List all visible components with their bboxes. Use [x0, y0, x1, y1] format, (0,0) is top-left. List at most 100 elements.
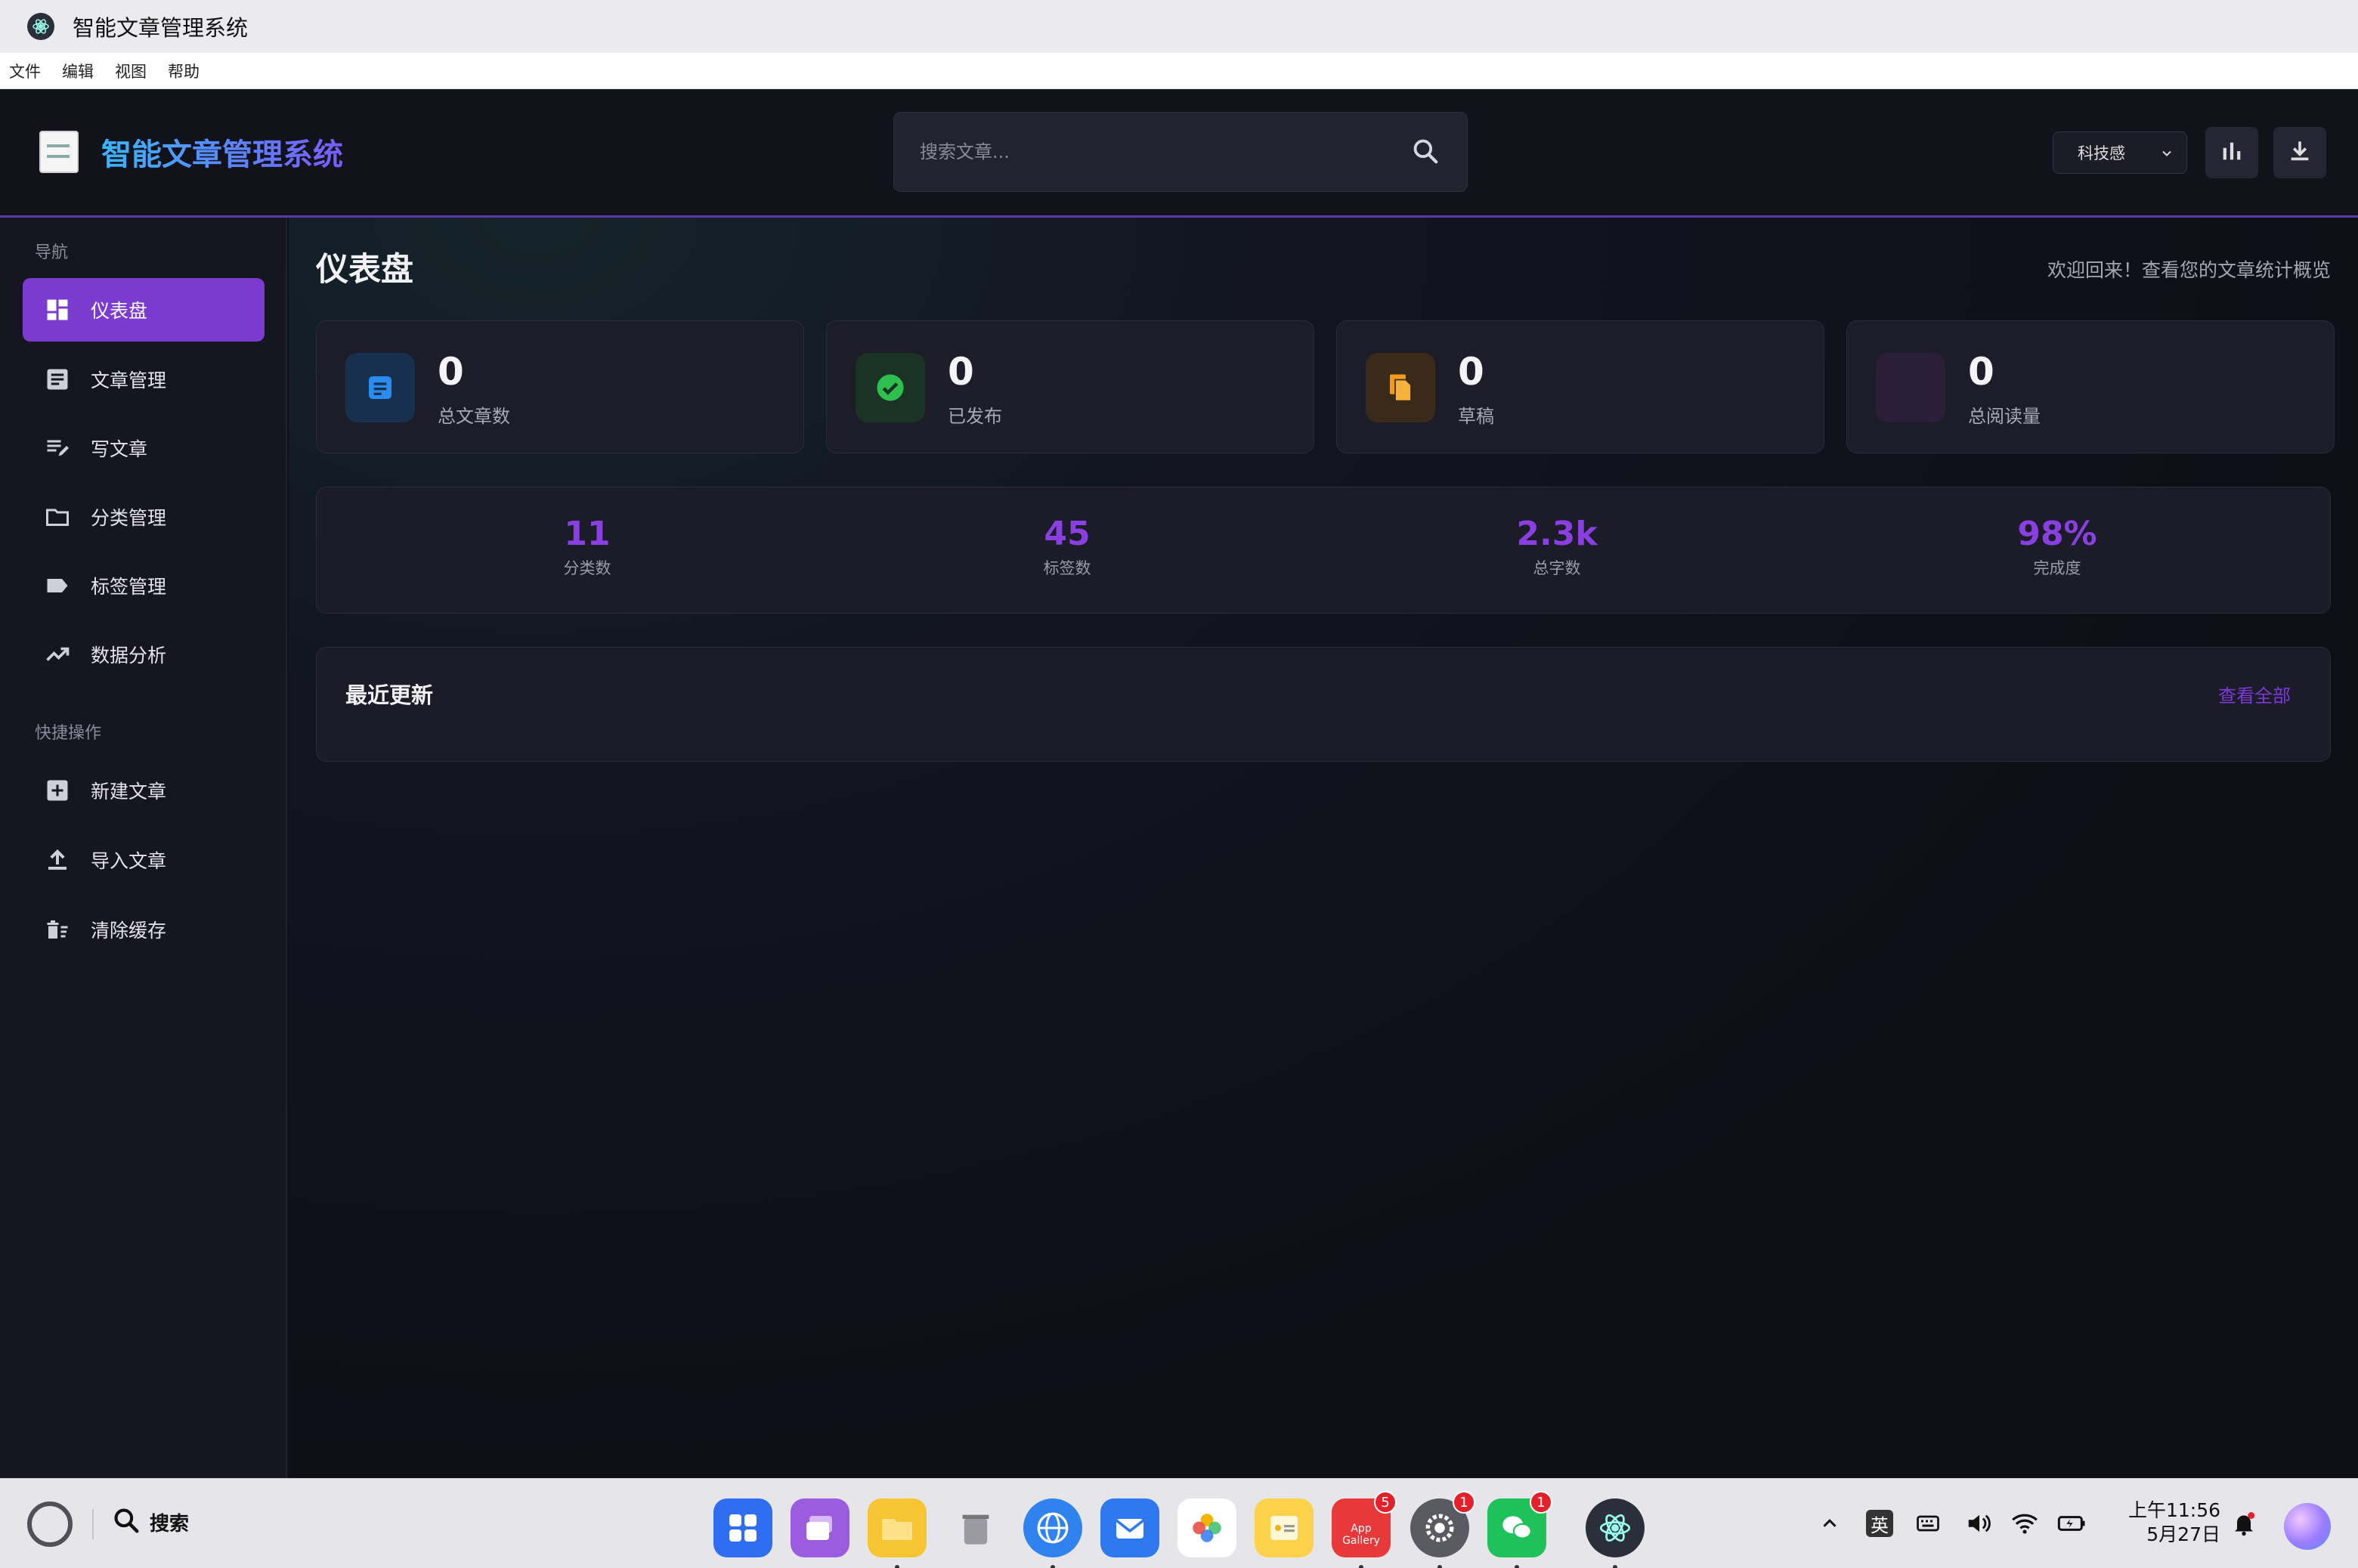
- stat-card-drafts: 0 草稿: [1336, 320, 1824, 453]
- summary-panel: 11 分类数 45 标签数 2.3k 总字数 98% 完成度: [316, 487, 2331, 614]
- sidebar-item-clear-cache[interactable]: 清除缓存: [23, 898, 265, 961]
- sidebar-item-articles[interactable]: 文章管理: [23, 348, 265, 411]
- search-icon[interactable]: [1411, 137, 1440, 169]
- sidebar-item-label: 写文章: [91, 438, 148, 460]
- files-icon[interactable]: [868, 1498, 927, 1568]
- recent-updates-panel: 最近更新 查看全部: [316, 647, 2331, 762]
- settings-icon[interactable]: 1: [1410, 1491, 1475, 1568]
- sidebar-item-dashboard[interactable]: 仪表盘: [23, 278, 265, 342]
- taskbar-divider: [92, 1509, 94, 1539]
- sidebar-item-write[interactable]: 写文章: [23, 416, 265, 480]
- taskbar-search[interactable]: 搜索: [112, 1506, 189, 1538]
- summary-value: 98%: [2017, 515, 2097, 553]
- drafts-icon: [1366, 353, 1435, 422]
- sidebar: 导航 仪表盘 文章管理 写文章 分类管理 标签管理 数据分析 快捷操作 新建文章…: [0, 218, 287, 1478]
- app-gallery-label: App Gallery: [1342, 1523, 1380, 1547]
- sidebar-item-label: 导入文章: [91, 850, 167, 872]
- wifi-icon[interactable]: [2007, 1506, 2042, 1541]
- stat-card-published: 0 已发布: [826, 320, 1314, 453]
- clock[interactable]: 上午11:56 5月27日: [2122, 1498, 2220, 1547]
- battery-icon[interactable]: [2054, 1506, 2089, 1541]
- add-box-icon: [42, 775, 73, 806]
- theme-select[interactable]: 科技感: [2053, 131, 2187, 174]
- search-icon: [112, 1506, 141, 1538]
- main-content: 仪表盘 欢迎回来！查看您的文章统计概览 0 总文章数 0 已发布 0 草稿 0 …: [289, 218, 2358, 1478]
- download-button[interactable]: [2273, 127, 2326, 178]
- menu-file[interactable]: 文件: [9, 60, 41, 82]
- volume-icon[interactable]: [1962, 1506, 1997, 1541]
- stat-label: 草稿: [1458, 406, 1494, 427]
- stat-label: 总阅读量: [1968, 406, 2041, 427]
- notification-badge: 5: [1374, 1491, 1397, 1514]
- stat-value: 0: [438, 350, 464, 394]
- window-titlebar: 智能文章管理系统: [0, 0, 2358, 53]
- keyboard-icon[interactable]: [1911, 1506, 1945, 1541]
- summary-value: 11: [564, 515, 611, 553]
- menu-edit[interactable]: 编辑: [62, 60, 94, 82]
- electron-app-icon[interactable]: [1586, 1498, 1645, 1568]
- photos-icon[interactable]: [1177, 1498, 1236, 1557]
- trending-up-icon: [42, 639, 73, 670]
- summary-completion: 98% 完成度: [1944, 515, 2171, 579]
- welcome-text: 欢迎回来！查看您的文章统计概览: [2047, 259, 2331, 281]
- app-header: 智能文章管理系统 科技感: [0, 89, 2358, 218]
- notes-icon[interactable]: [1255, 1498, 1314, 1557]
- summary-label: 分类数: [563, 559, 611, 577]
- sidebar-item-categories[interactable]: 分类管理: [23, 485, 265, 549]
- nav-section-title: 导航: [35, 243, 69, 262]
- start-button[interactable]: [27, 1502, 73, 1547]
- notification-bell-icon[interactable]: [2226, 1506, 2261, 1541]
- sidebar-item-tags[interactable]: 标签管理: [23, 554, 265, 617]
- window-title: 智能文章管理系统: [73, 15, 249, 41]
- bar-chart-icon: [2219, 138, 2245, 167]
- upload-icon: [42, 845, 73, 875]
- trash-icon[interactable]: [946, 1498, 1005, 1557]
- summary-label: 总字数: [1533, 559, 1581, 577]
- recent-updates-title: 最近更新: [345, 682, 434, 708]
- search-input[interactable]: [894, 113, 1467, 191]
- input-method-indicator[interactable]: 英: [1862, 1506, 1897, 1541]
- page-title: 仪表盘: [316, 251, 413, 289]
- download-icon: [2287, 138, 2313, 167]
- check-circle-icon: [856, 353, 925, 422]
- taskbar-search-label: 搜索: [150, 1512, 190, 1536]
- summary-categories: 11 分类数: [474, 515, 701, 579]
- notification-badge: 1: [1530, 1491, 1552, 1514]
- sidebar-item-import[interactable]: 导入文章: [23, 828, 265, 892]
- article-icon: [345, 353, 415, 422]
- sidebar-item-label: 新建文章: [91, 781, 167, 803]
- multitask-icon[interactable]: [791, 1498, 849, 1557]
- assistant-orb-icon[interactable]: [2284, 1503, 2331, 1550]
- mail-icon[interactable]: [1100, 1498, 1159, 1557]
- brand-title: 智能文章管理系统: [101, 130, 343, 174]
- delete-sweep-icon: [42, 914, 73, 945]
- menu-help[interactable]: 帮助: [168, 60, 200, 82]
- stat-card-total-reads: 0 总阅读量: [1846, 320, 2335, 453]
- stat-card-total-articles: 0 总文章数: [316, 320, 804, 453]
- sidebar-item-label: 清除缓存: [91, 920, 167, 942]
- view-all-link[interactable]: 查看全部: [2218, 681, 2291, 707]
- stats-button[interactable]: [2205, 127, 2258, 178]
- menu-view[interactable]: 视图: [115, 60, 147, 82]
- stat-value: 0: [1968, 350, 1994, 394]
- stat-value: 0: [1458, 350, 1484, 394]
- sidebar-item-label: 分类管理: [91, 507, 167, 529]
- article-icon: [42, 364, 73, 394]
- summary-value: 45: [1044, 515, 1091, 553]
- views-icon: [1876, 353, 1945, 422]
- sidebar-item-label: 文章管理: [91, 370, 167, 391]
- summary-value: 2.3k: [1516, 515, 1598, 553]
- ime-label: 英: [1866, 1510, 1893, 1537]
- sidebar-item-label: 数据分析: [91, 645, 167, 666]
- launcher-icon[interactable]: [713, 1498, 772, 1557]
- summary-label: 标签数: [1043, 559, 1091, 577]
- theme-select-value: 科技感: [2078, 144, 2125, 162]
- summary-tags: 45 标签数: [954, 515, 1181, 579]
- app-gallery-icon[interactable]: App Gallery 5: [1332, 1491, 1397, 1568]
- chevron-up-icon[interactable]: [1812, 1506, 1847, 1541]
- notification-badge: 1: [1453, 1491, 1475, 1514]
- wechat-icon[interactable]: 1: [1487, 1491, 1552, 1568]
- sidebar-item-new-article[interactable]: 新建文章: [23, 759, 265, 822]
- sidebar-item-analytics[interactable]: 数据分析: [23, 623, 265, 686]
- browser-icon[interactable]: [1023, 1498, 1082, 1568]
